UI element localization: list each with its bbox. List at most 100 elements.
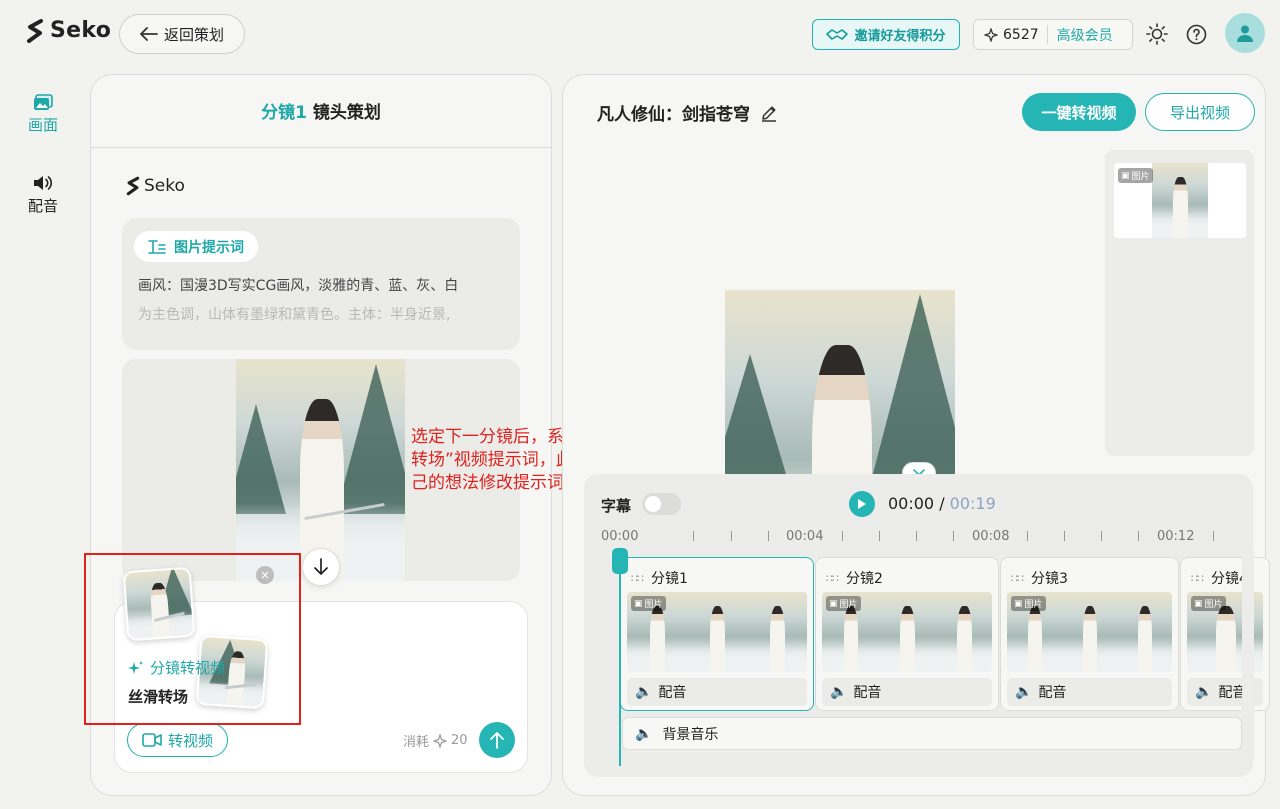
export-video-button[interactable]: 导出视频 — [1145, 93, 1255, 131]
shot-header: ∷∷ 分镜2 — [826, 568, 883, 588]
current-time: 00:00 — [888, 494, 935, 513]
image-tag-icon: ▣ — [1014, 598, 1023, 609]
edit-pencil-icon[interactable] — [760, 104, 778, 122]
speaker-icon — [34, 176, 53, 190]
one-click-to-video-button[interactable]: 一键转视频 — [1022, 93, 1136, 131]
speaker-icon: 🔈 — [635, 684, 653, 700]
points-panel[interactable]: 6527 高级会员 — [973, 19, 1133, 50]
timeline-shot-3[interactable]: ∷∷ 分镜3 ▣ 图片 🔈 配音 — [1000, 557, 1179, 711]
subtitle-toggle[interactable] — [642, 493, 681, 515]
scroll-down-button[interactable] — [302, 548, 340, 586]
shot-dubbing-track[interactable]: 🔈 配音 — [627, 678, 807, 706]
image-tag-label: 图片 — [1131, 172, 1150, 182]
invite-friends-button[interactable]: 邀请好友得积分 — [812, 19, 960, 50]
image-tag-label: 图片 — [1204, 600, 1223, 610]
prompt-line: 画风：国漫3D写实CG画风，淡雅的青、蓝、灰、白 — [138, 278, 459, 294]
cost-label: 消耗 — [403, 735, 430, 750]
playhead-handle[interactable] — [612, 548, 628, 574]
convert-to-video-button[interactable]: 转视频 — [127, 723, 228, 757]
arrow-left-icon — [140, 27, 158, 41]
background-music-track[interactable]: 🔈 背景音乐 — [622, 717, 1242, 750]
nav-item-picture[interactable]: 画面 — [20, 94, 66, 135]
shot-number: 分镜1 — [261, 103, 307, 123]
play-button[interactable] — [849, 491, 875, 517]
shot-name: 分镜1 — [651, 571, 688, 587]
prompt-chip-label: 图片提示词 — [174, 239, 244, 256]
image-tag: ▣ 图片 — [1191, 596, 1226, 611]
user-icon — [1237, 25, 1253, 42]
shot-header: ∷∷ 分镜3 — [1011, 568, 1068, 588]
drag-handle-icon[interactable]: ∷∷ — [826, 572, 839, 585]
image-tag: ▣ 图片 — [631, 596, 666, 611]
ruler-tick — [1027, 531, 1028, 541]
panel-title: 镜头策划 — [312, 103, 381, 123]
ruler-label: 00:04 — [786, 529, 824, 544]
shot-dubbing-track[interactable]: 🔈 配音 — [1007, 678, 1172, 706]
theme-toggle-button[interactable] — [1145, 22, 1169, 46]
back-to-planning-button[interactable]: 返回策划 — [119, 14, 245, 54]
image-tag-label: 图片 — [839, 600, 858, 610]
seko-logo-icon — [126, 176, 140, 196]
picture-icon — [34, 94, 53, 110]
video-camera-icon — [142, 733, 162, 747]
speaker-icon: 🔈 — [830, 684, 848, 700]
ruler-tick — [842, 531, 843, 541]
image-tag-icon: ▣ — [1194, 598, 1203, 609]
ruler-label: 00:12 — [1157, 529, 1195, 544]
drag-handle-icon[interactable]: ∷∷ — [1011, 572, 1024, 585]
assistant-brand-text: Seko — [144, 176, 185, 196]
app-logo[interactable]: Seko — [26, 18, 111, 43]
dubbing-label: 配音 — [1038, 685, 1067, 701]
image-tag-label: 图片 — [1024, 600, 1043, 610]
timeline-clip-edge — [1242, 550, 1254, 760]
help-button[interactable] — [1184, 22, 1208, 46]
timeline-shot-4[interactable]: ∷∷ 分镜4 ▣ 图片 🔈 配音 — [1180, 557, 1270, 711]
panel-header: 分镜1 镜头策划 — [90, 74, 552, 148]
dubbing-label: 配音 — [658, 685, 687, 701]
ruler-tick — [1138, 531, 1139, 541]
handshake-icon — [826, 28, 849, 40]
arrow-up-icon — [490, 732, 504, 749]
playhead-line — [619, 548, 621, 766]
sparkle-icon — [433, 733, 448, 748]
shot-dubbing-track[interactable]: 🔈 配音 — [822, 678, 992, 706]
image-tag: ▣ 图片 — [1011, 596, 1046, 611]
nav-item-dubbing[interactable]: 配音 — [20, 174, 66, 216]
timeline-shot-2[interactable]: ∷∷ 分镜2 ▣ 图片 🔈 配音 — [815, 557, 999, 711]
project-title-text: 凡人修仙：剑指苍穹 — [597, 105, 750, 125]
image-tag: ▣ 图片 — [826, 596, 861, 611]
question-circle-icon — [1186, 24, 1206, 44]
frame-thumbnail — [1152, 163, 1208, 238]
user-avatar[interactable] — [1225, 13, 1265, 53]
ruler-label: 00:00 — [601, 529, 639, 544]
timeline-shot-1[interactable]: ∷∷ 分镜1 ▣ 图片 🔈 配音 — [620, 557, 814, 711]
play-icon — [858, 499, 866, 509]
subtitle-label: 字幕 — [601, 497, 632, 515]
cost-value: 20 — [451, 733, 468, 748]
image-tag-icon: ▣ — [1121, 170, 1130, 181]
ruler-tick — [1101, 531, 1102, 541]
annotation-highlight-box — [84, 553, 301, 725]
ruler-tick — [693, 531, 694, 541]
image-tag: ▣ 图片 — [1118, 168, 1153, 183]
image-prompt-chip[interactable]: 图片提示词 — [134, 231, 258, 262]
drag-handle-icon[interactable]: ∷∷ — [631, 572, 644, 585]
speaker-icon: 🔈 — [1015, 684, 1033, 700]
ruler-tick — [768, 531, 769, 541]
shot-header: ∷∷ 分镜4 — [1191, 568, 1248, 588]
ruler-tick — [879, 531, 880, 541]
ruler-tick — [916, 531, 917, 541]
text-lines-icon — [148, 239, 166, 254]
bgm-label: 背景音乐 — [662, 726, 719, 743]
membership-link[interactable]: 高级会员 — [1048, 25, 1113, 45]
send-button[interactable] — [479, 722, 515, 758]
drag-handle-icon[interactable]: ∷∷ — [1191, 572, 1204, 585]
image-prompt-text: 画风：国漫3D写实CG画风，淡雅的青、蓝、灰、白 为主色调，山体有墨绿和黛青色。… — [138, 272, 508, 330]
convert-label: 转视频 — [167, 731, 213, 750]
assistant-brand: Seko — [126, 176, 185, 196]
project-title: 凡人修仙：剑指苍穹 — [597, 100, 778, 125]
frame-list-item[interactable]: ▣ 图片 — [1114, 163, 1246, 238]
sparkle-icon — [984, 27, 998, 42]
shot-name: 分镜3 — [1031, 571, 1068, 587]
speaker-icon: 🔈 — [1195, 684, 1213, 700]
